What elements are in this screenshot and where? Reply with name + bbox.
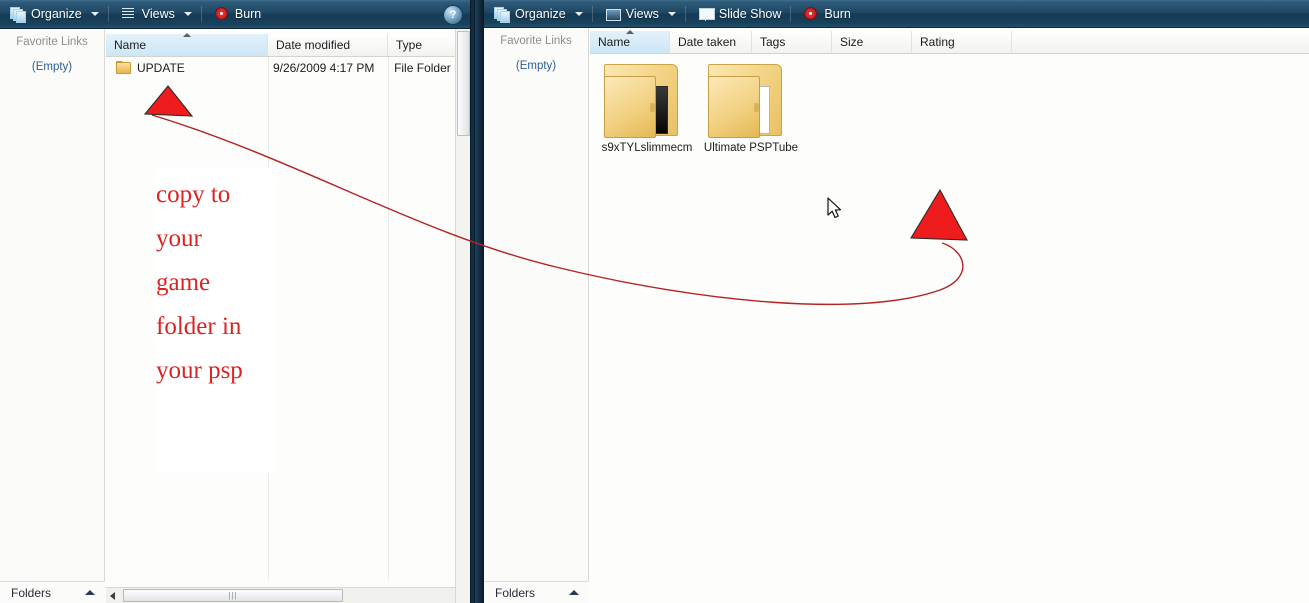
favorite-links-empty[interactable]: (Empty) — [0, 48, 104, 73]
annotation-text: copy to your game folder in your psp — [156, 181, 243, 384]
column-header-rating[interactable]: Rating — [912, 31, 1012, 53]
left-favorite-links-pane: Favorite Links (Empty) — [0, 29, 105, 581]
sort-ascending-icon — [625, 30, 634, 34]
views-picture-icon — [605, 6, 621, 22]
organize-label: Organize — [515, 6, 566, 21]
column-header-filler — [1012, 31, 1309, 53]
list-item[interactable]: Ultimate PSPTube — [699, 58, 803, 154]
column-header-tags[interactable]: Tags — [752, 31, 832, 53]
column-header-name[interactable]: Name — [106, 33, 268, 56]
scrollbar-grip: ||| — [228, 591, 238, 600]
chevron-down-icon — [90, 12, 99, 16]
sort-ascending-icon — [182, 33, 191, 37]
column-header-size[interactable]: Size — [832, 31, 912, 53]
window-edge-shadow — [475, 0, 484, 603]
column-divider — [388, 57, 389, 581]
toolbar-separator — [684, 5, 686, 22]
chevron-up-icon — [569, 590, 579, 595]
right-file-list[interactable]: s9xTYLslimmecm Ultimate PSPTube — [590, 54, 1309, 581]
help-label: ? — [449, 9, 457, 21]
burn-disc-icon — [214, 6, 230, 22]
slide-show-icon — [698, 6, 715, 22]
toolbar-separator — [790, 5, 792, 22]
organize-button[interactable]: Organize — [487, 2, 590, 25]
column-header-date-taken[interactable]: Date taken — [670, 31, 752, 53]
chevron-down-icon — [667, 11, 676, 16]
right-toolbar: Organize Views Slide Show Burn — [484, 0, 1309, 28]
left-horizontal-scrollbar[interactable]: ||| — [106, 587, 470, 603]
left-toolbar: Organize Views Burn ? — [0, 0, 470, 29]
favorite-links-empty[interactable]: (Empty) — [484, 47, 588, 72]
chevron-down-icon — [183, 12, 192, 16]
chevron-up-icon — [85, 590, 95, 595]
slide-show-button[interactable]: Slide Show — [691, 2, 789, 25]
favorite-links-title: Favorite Links — [500, 35, 572, 47]
views-label: Views — [141, 7, 175, 21]
burn-button[interactable]: Burn — [796, 2, 857, 25]
burn-label: Burn — [234, 7, 262, 21]
organize-icon — [494, 6, 510, 23]
scrollbar-thumb[interactable] — [457, 31, 470, 136]
slide-show-label: Slide Show — [718, 6, 782, 21]
list-item[interactable]: s9xTYLslimmecm — [595, 58, 699, 154]
burn-button[interactable]: Burn — [207, 3, 268, 26]
burn-label: Burn — [824, 6, 851, 21]
favorite-links-title: Favorite Links — [16, 36, 88, 48]
views-button[interactable]: Views — [114, 3, 199, 26]
organize-button[interactable]: Organize — [3, 3, 106, 26]
folders-label: Folders — [11, 585, 52, 600]
folder-icon — [116, 61, 131, 74]
row-name: UPDATE — [137, 60, 185, 75]
right-column-header: Name Date taken Tags Size Rating — [590, 30, 1309, 54]
chevron-down-icon — [574, 11, 583, 16]
organize-icon — [10, 6, 26, 23]
right-favorite-links-pane: Favorite Links (Empty) — [484, 28, 589, 581]
scrollbar-thumb[interactable]: ||| — [123, 589, 343, 602]
burn-disc-icon — [803, 6, 819, 22]
views-list-icon — [121, 6, 137, 22]
item-label: Ultimate PSPTube — [703, 142, 799, 154]
column-header-date-modified[interactable]: Date modified — [268, 34, 388, 56]
left-folders-bar[interactable]: Folders — [0, 581, 105, 603]
left-column-header: Name Date modified Type — [106, 33, 470, 57]
item-label: s9xTYLslimmecm — [601, 142, 693, 154]
left-vertical-scrollbar[interactable] — [455, 29, 470, 603]
toolbar-separator — [591, 5, 593, 22]
row-date-modified: 9/26/2009 4:17 PM — [272, 60, 375, 75]
organize-label: Organize — [31, 7, 82, 21]
toolbar-separator — [200, 6, 202, 22]
scroll-left-icon[interactable] — [110, 591, 115, 600]
views-button[interactable]: Views — [598, 2, 683, 25]
right-folders-bar[interactable]: Folders — [484, 581, 589, 603]
folder-icon — [708, 58, 794, 138]
folders-label: Folders — [495, 585, 536, 600]
column-header-name[interactable]: Name — [590, 30, 670, 53]
folder-icon — [604, 58, 690, 138]
table-row[interactable]: UPDATE 9/26/2009 4:17 PM File Folder — [106, 58, 470, 77]
help-button[interactable]: ? — [443, 5, 463, 25]
views-label: Views — [625, 6, 659, 21]
right-explorer-window: Organize Views Slide Show Burn Favorite … — [484, 0, 1309, 603]
thumbnail-grid: s9xTYLslimmecm Ultimate PSPTube — [595, 58, 803, 154]
toolbar-separator — [107, 6, 109, 22]
